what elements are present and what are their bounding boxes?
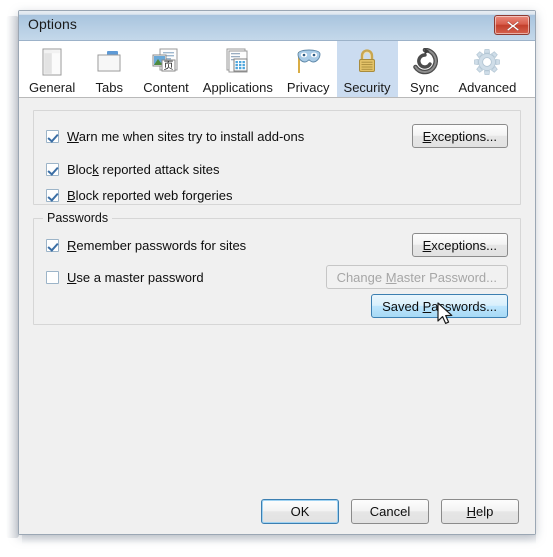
tab-applications[interactable]: Applications — [196, 41, 280, 97]
label-text: se a master password — [76, 269, 204, 285]
use-master-password-checkbox[interactable] — [46, 270, 59, 284]
tab-content[interactable]: 页 Content — [136, 41, 196, 97]
label-text: arn me when sites try to install add-ons — [78, 128, 305, 144]
close-x-icon — [506, 20, 520, 32]
block-web-forgeries-row: Block reported web forgeries — [46, 184, 508, 206]
general-window-icon — [36, 47, 68, 77]
remember-passwords-row: Remember passwords for sites Exceptions.… — [46, 233, 508, 257]
advanced-gear-icon — [471, 47, 503, 77]
password-exceptions-button[interactable]: Exceptions... — [411, 233, 508, 257]
window-title: Options — [28, 16, 77, 32]
accel-letter: H — [466, 503, 477, 519]
tab-label: Advanced — [458, 80, 517, 95]
button-label-start: Change — [336, 269, 386, 285]
button-label-rest: xceptions... — [431, 237, 497, 253]
accel-letter: U — [67, 269, 77, 285]
content-page-icon: 页 — [150, 47, 182, 77]
button-label-rest: asswords... — [431, 298, 497, 314]
dialog-footer: OK Cancel Help — [19, 488, 535, 534]
accel-letter: R — [67, 237, 77, 253]
tab-label: Tabs — [95, 80, 123, 95]
accel-letter: P — [422, 298, 432, 314]
accel-letter: M — [385, 269, 397, 285]
use-master-password-row: Use a master password Change Master Pass… — [46, 265, 508, 289]
options-dialog: Options General Tabs 页 Content Applicati… — [18, 10, 536, 535]
remember-passwords-label: Remember passwords for sites — [67, 238, 246, 253]
warnings-groupbox: Warn me when sites try to install add-on… — [33, 110, 521, 205]
block-attack-sites-row: Block reported attack sites — [46, 158, 508, 180]
folder-tabs-icon — [93, 47, 125, 77]
button-label-rest: xceptions... — [431, 128, 497, 144]
svg-text:页: 页 — [164, 60, 174, 72]
label-text-before: Bloc — [67, 161, 93, 177]
passwords-groupbox: Passwords Remember passwords for sites E… — [33, 211, 521, 325]
tab-label: Applications — [202, 80, 273, 95]
applications-grid-icon — [222, 47, 254, 77]
ok-button[interactable]: OK — [261, 498, 339, 524]
block-attack-sites-checkbox[interactable] — [46, 162, 59, 176]
options-tab-strip[interactable]: General Tabs 页 Content Applications Priv… — [19, 41, 535, 98]
cancel-button[interactable]: Cancel — [351, 498, 429, 524]
tab-security[interactable]: Security — [336, 41, 398, 97]
change-master-password-button[interactable]: Change Master Password... — [325, 265, 508, 289]
close-button[interactable] — [494, 15, 530, 35]
button-label-rest: elp — [476, 503, 494, 519]
security-padlock-icon — [351, 47, 383, 77]
label-text: lock reported web forgeries — [75, 187, 233, 203]
warn-install-addons-row: Warn me when sites try to install add-on… — [46, 124, 508, 148]
button-label-rest: aster Password... — [396, 269, 497, 285]
accel-letter: B — [67, 187, 76, 203]
tab-privacy[interactable]: Privacy — [280, 41, 337, 97]
block-web-forgeries-label: Block reported web forgeries — [67, 188, 232, 203]
warn-install-addons-label: Warn me when sites try to install add-on… — [67, 129, 304, 144]
button-label-start: Saved — [382, 298, 423, 314]
tab-sync[interactable]: Sync — [398, 41, 452, 97]
tab-advanced[interactable]: Advanced — [452, 41, 524, 97]
accel-letter: E — [422, 237, 432, 253]
tab-label: Security — [343, 80, 391, 95]
saved-passwords-button[interactable]: Saved Passwords... — [371, 294, 508, 318]
tab-label: General — [29, 80, 76, 95]
block-web-forgeries-checkbox[interactable] — [46, 188, 59, 202]
passwords-group-title: Passwords — [43, 211, 113, 225]
label-text-after: reported attack sites — [98, 161, 220, 177]
tab-general[interactable]: General — [22, 41, 82, 97]
tab-label: Sync — [410, 80, 439, 95]
saved-passwords-row: Saved Passwords... — [46, 293, 508, 319]
remember-passwords-checkbox[interactable] — [46, 238, 59, 252]
accel-letter: E — [422, 128, 432, 144]
addon-exceptions-button[interactable]: Exceptions... — [411, 124, 508, 148]
tab-label: Privacy — [286, 80, 330, 95]
accel-letter: W — [67, 128, 79, 144]
help-button[interactable]: Help — [441, 498, 519, 524]
use-master-password-label: Use a master password — [67, 270, 204, 285]
sync-arrows-icon — [409, 47, 441, 77]
warn-install-addons-checkbox[interactable] — [46, 129, 59, 143]
privacy-mask-icon — [292, 47, 324, 77]
tab-label: Content — [143, 80, 189, 95]
security-panel: Warn me when sites try to install add-on… — [19, 98, 535, 534]
tab-tabs[interactable]: Tabs — [82, 41, 136, 97]
block-attack-sites-label: Block reported attack sites — [67, 162, 219, 177]
label-text: emember passwords for sites — [76, 237, 247, 253]
title-bar[interactable]: Options — [19, 11, 535, 41]
